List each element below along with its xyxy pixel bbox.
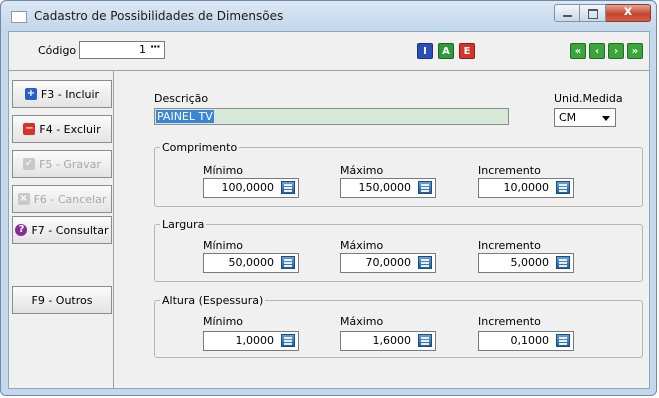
descricao-label: Descrição [154,92,209,105]
insert-mode-button[interactable]: I [417,43,433,59]
previous-record-button[interactable]: ‹ [589,43,605,59]
largura-group: Largura Mínimo Máximo Incremento 50,0000… [154,218,643,282]
largura-minimo-field[interactable]: 50,0000 [203,253,299,273]
plus-icon: + [24,88,37,100]
calculator-icon[interactable] [418,334,432,347]
altura-minimo-field[interactable]: 1,0000 [203,331,299,351]
incluir-label: F3 - Incluir [40,87,100,101]
unid-medida-value: CM [559,111,577,124]
excluir-button[interactable]: − F4 - Excluir [12,115,112,143]
descricao-input[interactable]: PAINEL TV [154,108,509,125]
altura-maximo-field[interactable]: 1,6000 [340,331,436,351]
unid-medida-label: Unid.Medida [554,92,623,105]
incluir-button[interactable]: + F3 - Incluir [12,80,112,108]
first-record-button[interactable]: « [570,43,586,59]
calculator-icon[interactable] [281,256,295,269]
altura-title: Altura (Espessura) [160,294,266,307]
largura-incremento-field[interactable]: 5,0000 [478,253,574,273]
check-icon: ✓ [23,158,36,170]
largura-maximo-field[interactable]: 70,0000 [340,253,436,273]
comprimento-minimo-value: 100,0000 [221,181,275,194]
delete-mode-button[interactable]: E [459,43,475,59]
altura-incremento-label: Incremento [478,315,541,328]
consultar-label: F7 - Consultar [31,223,109,237]
excluir-label: F4 - Excluir [39,122,101,136]
calculator-icon[interactable] [418,181,432,194]
calculator-icon[interactable] [556,256,570,269]
gravar-label: F5 - Gravar [39,157,101,171]
codigo-lookup-button[interactable]: ··· [150,40,161,53]
largura-minimo-label: Mínimo [203,239,244,252]
comprimento-incremento-label: Incremento [478,164,541,177]
altura-minimo-value: 1,0000 [235,334,275,347]
altura-maximo-label: Máximo [340,315,384,328]
gravar-button[interactable]: ✓ F5 - Gravar [12,150,112,178]
altura-group: Altura (Espessura) Mínimo Máximo Increme… [154,294,643,358]
comprimento-maximo-label: Máximo [340,164,384,177]
question-icon: ? [15,224,28,236]
minimize-icon [563,15,572,17]
calculator-icon[interactable] [556,334,570,347]
cancelar-button[interactable]: × F6 - Cancelar [12,185,112,213]
comprimento-minimo-field[interactable]: 100,0000 [203,178,299,198]
window-icon [11,11,27,23]
outros-label: F9 - Outros [31,293,93,307]
comprimento-minimo-label: Mínimo [203,164,244,177]
chevron-down-icon [602,116,610,121]
largura-maximo-value: 70,0000 [365,256,412,269]
outros-button[interactable]: F9 - Outros [12,286,112,314]
codigo-value: 1 [139,43,146,56]
minus-icon: − [23,123,36,135]
comprimento-incremento-field[interactable]: 10,0000 [478,178,574,198]
x-icon: × [17,193,30,205]
cancelar-label: F6 - Cancelar [33,192,107,206]
sidebar-divider [113,70,114,388]
title-bar[interactable]: Cadastro de Possibilidades de Dimensões … [1,1,656,31]
largura-incremento-value: 5,0000 [510,256,550,269]
edit-mode-button[interactable]: A [438,43,454,59]
calculator-icon[interactable] [556,181,570,194]
next-record-button[interactable]: › [608,43,624,59]
calculator-icon[interactable] [281,181,295,194]
unid-medida-select[interactable]: CM [554,108,616,127]
largura-maximo-label: Máximo [340,239,384,252]
consultar-button[interactable]: ? F7 - Consultar [12,216,112,244]
largura-minimo-value: 50,0000 [228,256,275,269]
altura-incremento-value: 0,1000 [510,334,550,347]
calculator-icon[interactable] [418,256,432,269]
form-client-area: Código 1 ··· I A E « ‹ › » + F3 - Inclui… [8,31,650,389]
comprimento-incremento-value: 10,0000 [503,181,550,194]
altura-minimo-label: Mínimo [203,315,244,328]
toolbar: Código 1 ··· I A E « ‹ › » [9,32,649,71]
minimize-button[interactable] [554,4,580,22]
last-record-button[interactable]: » [627,43,643,59]
calculator-icon[interactable] [281,334,295,347]
comprimento-maximo-value: 150,0000 [358,181,412,194]
largura-incremento-label: Incremento [478,239,541,252]
comprimento-maximo-field[interactable]: 150,0000 [340,178,436,198]
altura-maximo-value: 1,6000 [372,334,412,347]
close-button[interactable]: x [606,4,651,22]
app-window: Cadastro de Possibilidades de Dimensões … [0,0,657,396]
comprimento-group: Comprimento Mínimo Máximo Incremento 100… [154,141,643,207]
window-title: Cadastro de Possibilidades de Dimensões [34,9,284,23]
window-controls: x [554,4,651,23]
comprimento-title: Comprimento [160,141,240,154]
largura-title: Largura [160,218,207,231]
descricao-value: PAINEL TV [156,110,214,123]
codigo-label: Código [38,44,77,57]
maximize-button[interactable] [580,4,606,22]
altura-incremento-field[interactable]: 0,1000 [478,331,574,351]
maximize-icon [588,9,598,19]
close-icon: x [623,4,633,19]
